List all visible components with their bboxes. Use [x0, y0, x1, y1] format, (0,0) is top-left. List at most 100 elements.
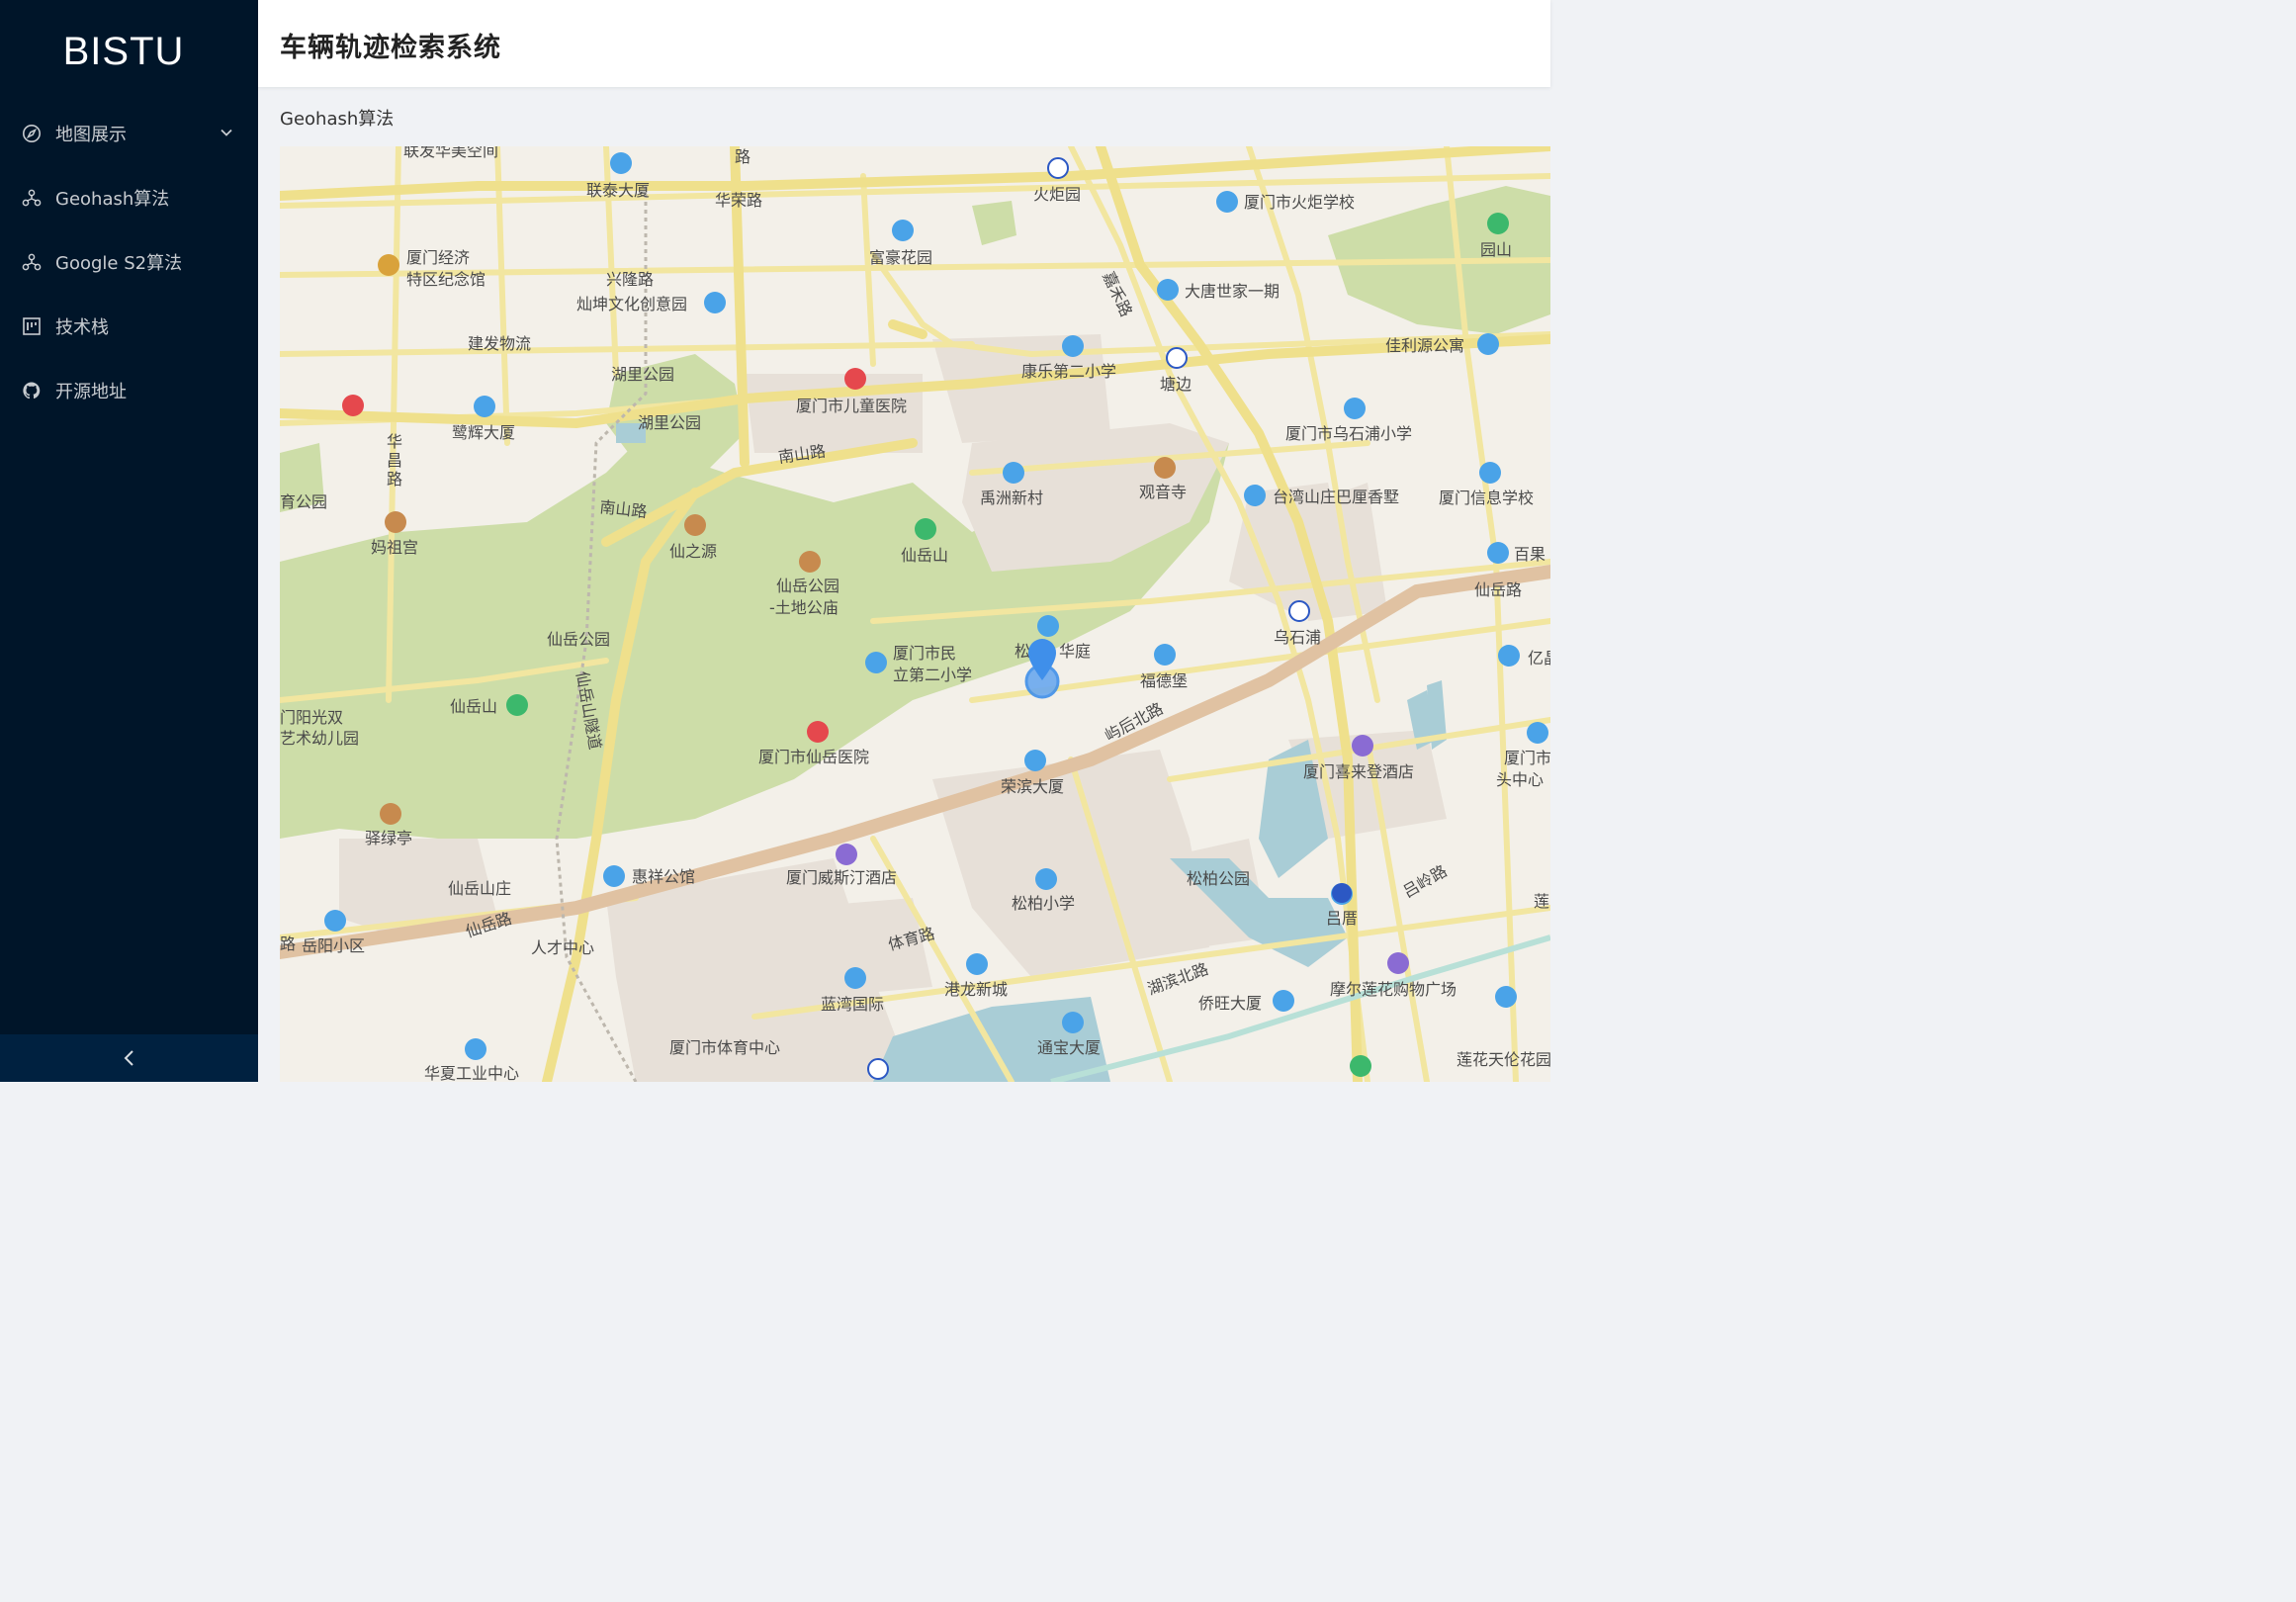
metro-station-icon[interactable] — [1047, 157, 1069, 179]
map-label: 仙岳公园 — [776, 577, 839, 595]
poi-icon[interactable] — [1024, 750, 1046, 771]
poi-icon[interactable] — [844, 967, 866, 989]
poi-icon[interactable] — [704, 292, 726, 313]
map-label: 蓝湾国际 — [821, 995, 884, 1014]
map-label: 仙岳山 — [450, 697, 497, 716]
poi-icon[interactable] — [1487, 542, 1509, 564]
map-label: 火炬园 — [1033, 185, 1081, 204]
sidebar-item-tech-stack[interactable]: 技术栈 — [0, 299, 258, 354]
map-label: 莲 — [1534, 892, 1549, 911]
map-label: 厦门威斯汀酒店 — [786, 868, 897, 887]
poi-icon[interactable] — [1157, 279, 1179, 301]
poi-icon[interactable] — [1477, 333, 1499, 355]
map-label: 松柏公园 — [1187, 869, 1250, 888]
poi-icon[interactable] — [1495, 986, 1517, 1008]
map-label: 湖里公园 — [638, 413, 701, 432]
sidebar-item-geohash[interactable]: Geohash算法 — [0, 170, 258, 225]
poi-icon[interactable] — [324, 910, 346, 932]
map-label: 路 — [280, 934, 296, 953]
poi-icon[interactable] — [1216, 191, 1238, 213]
map-label: 厦门市火炬学校 — [1244, 193, 1355, 212]
map-label: 头中心 — [1496, 770, 1544, 789]
map-label: 联泰大厦 — [586, 181, 650, 200]
poi-icon[interactable] — [1527, 722, 1548, 744]
poi-icon[interactable] — [465, 1038, 486, 1060]
map-label: -土地公庙 — [769, 598, 839, 617]
poi-icon[interactable] — [1062, 335, 1084, 357]
poi-icon[interactable] — [807, 721, 829, 743]
metro-station-icon[interactable] — [1288, 600, 1310, 622]
poi-icon[interactable] — [684, 514, 706, 536]
app-logo: BISTU — [62, 30, 185, 73]
poi-icon[interactable] — [892, 220, 914, 241]
section-subtitle: Geohash算法 — [280, 109, 395, 130]
sidebar-item-label: 开源地址 — [55, 382, 127, 402]
map-label: 建发物流 — [468, 334, 531, 353]
poi-icon[interactable] — [1037, 615, 1059, 637]
sidebar-item-label: 技术栈 — [55, 317, 109, 338]
page-title: 车辆轨迹检索系统 — [280, 33, 501, 63]
map-label: 路 — [735, 147, 751, 166]
map-label: 厦门市仙岳医院 — [758, 748, 869, 766]
poi-icon[interactable] — [385, 511, 406, 533]
poi-icon[interactable] — [1350, 1055, 1371, 1077]
map-label: 仙岳山庄 — [448, 879, 511, 898]
chevron-left-icon — [124, 1050, 133, 1066]
poi-icon[interactable] — [1352, 735, 1373, 756]
map-label: 厦门喜来登酒店 — [1303, 762, 1414, 781]
poi-icon[interactable] — [1244, 485, 1266, 506]
poi-icon[interactable] — [610, 152, 632, 174]
map-label: 厦门市儿童医院 — [796, 397, 907, 415]
poi-icon[interactable] — [1035, 868, 1057, 890]
poi-icon[interactable] — [836, 844, 857, 865]
sidebar-item-open-source[interactable]: 开源地址 — [0, 363, 258, 418]
poi-icon[interactable] — [603, 865, 625, 887]
poi-icon[interactable] — [966, 953, 988, 975]
map-label: 吕厝 — [1326, 909, 1358, 928]
map-label: 大唐世家一期 — [1185, 282, 1280, 301]
poi-icon[interactable] — [1498, 645, 1520, 667]
poi-icon[interactable] — [506, 694, 528, 716]
map-label: 仙之源 — [669, 542, 717, 561]
sidebar-item-map-display[interactable]: 地图展示 — [0, 106, 258, 161]
map-label: 华夏工业中心 — [424, 1064, 519, 1082]
sidebar: BISTU 地图展示 Geohash算法 Google S2算法 技术栈 开源地… — [0, 0, 258, 1082]
poi-icon[interactable] — [915, 518, 936, 540]
map-label: 园山 — [1480, 240, 1512, 259]
poi-icon[interactable] — [380, 803, 401, 825]
poi-icon[interactable] — [1273, 990, 1294, 1012]
poi-icon[interactable] — [1479, 462, 1501, 484]
metro-station-icon[interactable] — [1166, 347, 1188, 369]
map-label: 亿晶 — [1528, 649, 1550, 668]
map-label: 厦门市乌石浦小学 — [1285, 424, 1412, 443]
poi-icon[interactable] — [799, 551, 821, 573]
poi-icon[interactable] — [1154, 644, 1176, 666]
map-view[interactable]: 联发华美空间 路 联泰大厦 华荣路 火炬园 厦门市火炬学校 园山 富豪花园 嘉禾… — [280, 146, 1550, 1082]
poi-icon[interactable] — [1062, 1012, 1084, 1033]
map-label: 仙岳路 — [1474, 580, 1522, 599]
poi-icon[interactable] — [1487, 213, 1509, 234]
map-label: 立第二小学 — [893, 666, 972, 684]
metro-station-icon[interactable] — [1332, 883, 1352, 903]
metro-station-icon[interactable] — [867, 1058, 889, 1080]
poi-icon[interactable] — [474, 396, 495, 417]
map-label: 昌 — [387, 451, 402, 470]
sidebar-item-google-s2[interactable]: Google S2算法 — [0, 234, 258, 290]
map-label: 乌石浦 — [1274, 628, 1321, 647]
poi-icon[interactable] — [1387, 952, 1409, 974]
sidebar-collapse-button[interactable] — [0, 1034, 258, 1082]
map-label: 佳利源公寓 — [1385, 336, 1464, 355]
poi-icon[interactable] — [865, 652, 887, 673]
poi-icon[interactable] — [1003, 462, 1024, 484]
map-canvas[interactable]: 联发华美空间 路 联泰大厦 华荣路 火炬园 厦门市火炬学校 园山 富豪花园 嘉禾… — [280, 146, 1550, 1082]
poi-icon[interactable] — [844, 368, 866, 390]
map-label: 禹洲新村 — [980, 489, 1043, 507]
map-label: 联发华美空间 — [403, 146, 498, 160]
poi-icon[interactable] — [378, 254, 399, 276]
poi-icon[interactable] — [1154, 457, 1176, 479]
poi-icon[interactable] — [1344, 398, 1366, 419]
map-label: 仙岳公园 — [547, 630, 610, 649]
map-label: 厦门市 — [1504, 749, 1550, 767]
deployment-unit-icon — [22, 189, 42, 207]
poi-icon[interactable] — [342, 395, 364, 416]
